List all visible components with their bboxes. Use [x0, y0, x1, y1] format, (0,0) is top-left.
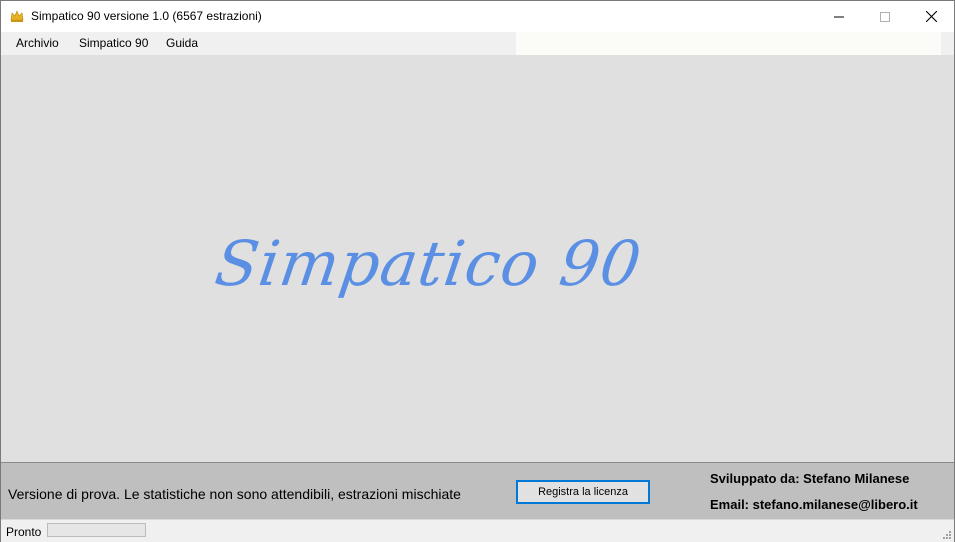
menu-simpatico-90[interactable]: Simpatico 90	[79, 36, 148, 50]
developer-credit: Sviluppato da: Stefano Milanese	[710, 471, 910, 486]
maximize-button[interactable]	[862, 1, 908, 32]
app-window: Simpatico 90 versione 1.0 (6567 estrazio…	[0, 0, 955, 542]
close-icon	[925, 11, 937, 22]
minimize-icon	[834, 16, 844, 17]
window-title: Simpatico 90 versione 1.0 (6567 estrazio…	[31, 9, 262, 23]
resize-grip-icon[interactable]	[941, 529, 951, 539]
developer-email: Email: stefano.milanese@libero.it	[710, 497, 918, 512]
menu-bar-spacer	[516, 32, 941, 55]
register-license-button[interactable]: Registra la licenza	[516, 480, 650, 504]
main-area: Simpatico 90	[1, 55, 954, 462]
status-text: Pronto	[6, 525, 42, 539]
maximize-icon	[880, 11, 890, 22]
title-bar[interactable]: Simpatico 90 versione 1.0 (6567 estrazio…	[1, 1, 954, 32]
menu-guida[interactable]: Guida	[166, 36, 198, 50]
status-bar: Pronto	[1, 519, 954, 542]
menu-bar: Archivio Simpatico 90 Guida	[1, 32, 954, 55]
progress-bar	[47, 523, 146, 537]
minimize-button[interactable]	[816, 1, 862, 32]
trial-notice: Versione di prova. Le statistiche non so…	[8, 486, 461, 502]
close-button[interactable]	[908, 1, 954, 32]
info-panel: Versione di prova. Le statistiche non so…	[1, 462, 954, 520]
crown-icon	[10, 9, 24, 23]
menu-archivio[interactable]: Archivio	[16, 36, 59, 50]
splash-logo: Simpatico 90	[210, 227, 647, 300]
